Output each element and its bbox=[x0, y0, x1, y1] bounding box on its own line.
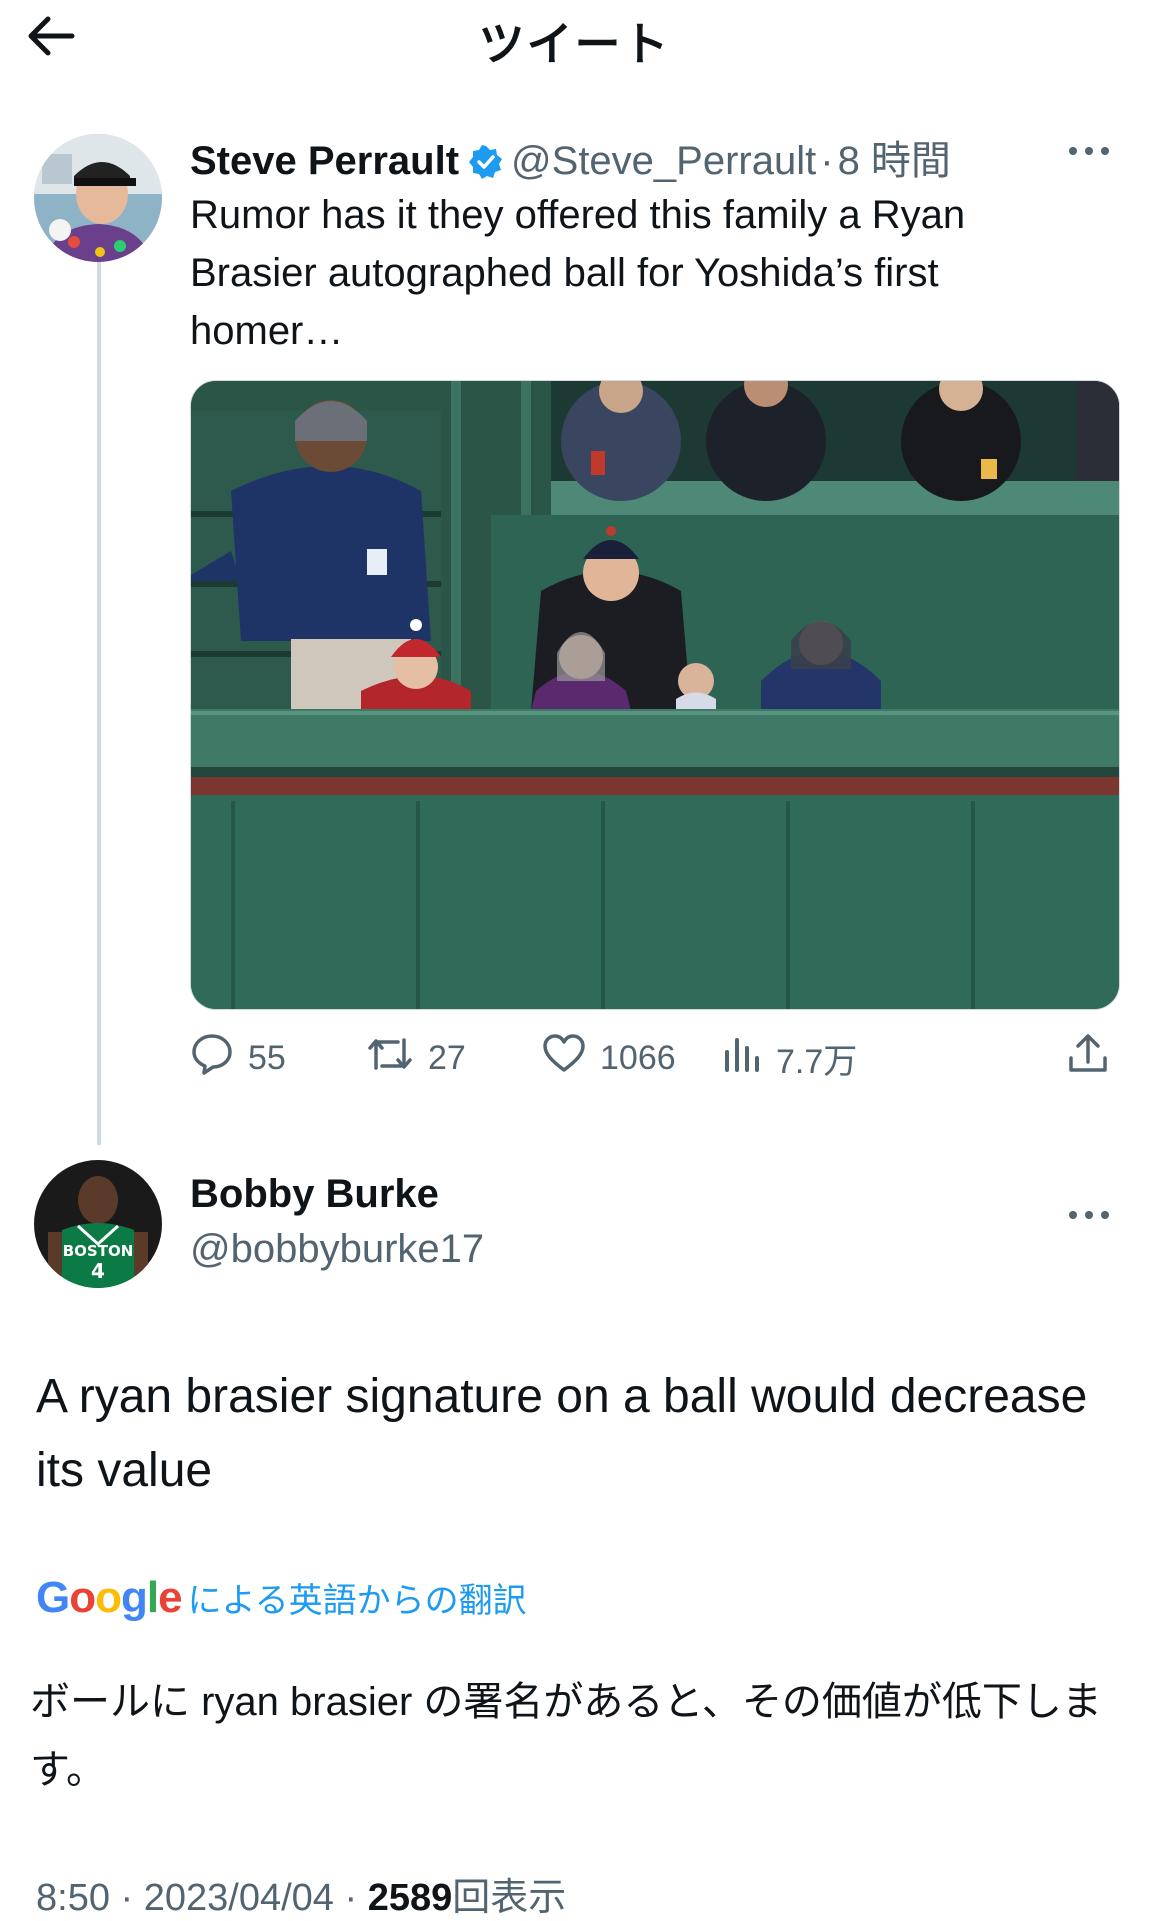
share-button[interactable] bbox=[1066, 1030, 1124, 1086]
retweet-count: 27 bbox=[428, 1038, 466, 1077]
svg-text:BOSTON: BOSTON bbox=[63, 1242, 134, 1260]
reply-tweet-text: A ryan brasier signature on a ball would… bbox=[36, 1370, 1088, 1497]
reply-more-options-icon[interactable] bbox=[1066, 1192, 1116, 1219]
reply-author-handle[interactable]: @bobbyburke17 bbox=[190, 1227, 484, 1272]
thread-connector-line bbox=[97, 250, 101, 1145]
like-button[interactable]: 1066 bbox=[542, 1030, 676, 1086]
tweet-view-count: 2589 bbox=[367, 1877, 453, 1919]
heart-icon bbox=[542, 1033, 600, 1083]
views-button[interactable]: 7.7万 bbox=[722, 1030, 857, 1086]
reply-icon bbox=[190, 1032, 248, 1085]
like-count: 1066 bbox=[600, 1038, 676, 1077]
translation-label: による英語からの翻訳 bbox=[187, 1582, 527, 1620]
tweet-action-bar: 55 27 1066 7.7万 bbox=[190, 1030, 1118, 1090]
tweet-date[interactable]: 2023/04/04 bbox=[144, 1877, 334, 1919]
view-count: 7.7万 bbox=[776, 1042, 858, 1081]
tweet-photo[interactable] bbox=[190, 380, 1120, 1010]
reply-count: 55 bbox=[248, 1038, 286, 1077]
top-bar: ツイート bbox=[0, 0, 1149, 80]
translated-text: ボールに ryan brasier の署名があると、その価値が低下します。 bbox=[30, 1680, 1102, 1792]
tweet-author-row: Steve Perrault @Steve_Perrault · 8 時間 bbox=[190, 128, 951, 189]
reply-button[interactable]: 55 bbox=[190, 1030, 286, 1086]
retweet-button[interactable]: 27 bbox=[366, 1030, 466, 1086]
svg-text:4: 4 bbox=[91, 1259, 105, 1283]
avatar-steve-perrault[interactable] bbox=[34, 134, 162, 262]
avatar-bobby-burke[interactable]: BOSTON 4 bbox=[34, 1160, 162, 1288]
more-options-icon[interactable] bbox=[1066, 128, 1116, 155]
google-logo: Google bbox=[36, 1573, 183, 1622]
page-title: ツイート bbox=[478, 18, 671, 70]
meta-separator: · bbox=[120, 1877, 134, 1919]
tweet-time[interactable]: 8:50 bbox=[36, 1877, 110, 1919]
analytics-icon bbox=[722, 1034, 776, 1083]
meta-separator: · bbox=[820, 139, 834, 183]
verified-badge-icon bbox=[469, 144, 503, 189]
tweet-text: Rumor has it they offered this family a … bbox=[190, 193, 966, 353]
meta-separator: · bbox=[344, 1877, 358, 1919]
tweet-meta: 8:50 · 2023/04/04 · 2589回表示 bbox=[36, 1866, 566, 1921]
view-label: 回表示 bbox=[452, 1877, 567, 1919]
reply-author-name[interactable]: Bobby Burke bbox=[190, 1172, 439, 1217]
share-icon bbox=[1066, 1032, 1124, 1085]
author-name[interactable]: Steve Perrault bbox=[190, 139, 459, 183]
retweet-icon bbox=[366, 1034, 428, 1083]
translation-attribution[interactable]: Google による英語からの翻訳 bbox=[36, 1573, 527, 1623]
tweet-time-ago[interactable]: 8 時間 bbox=[838, 139, 951, 183]
author-handle[interactable]: @Steve_Perrault bbox=[511, 139, 816, 183]
